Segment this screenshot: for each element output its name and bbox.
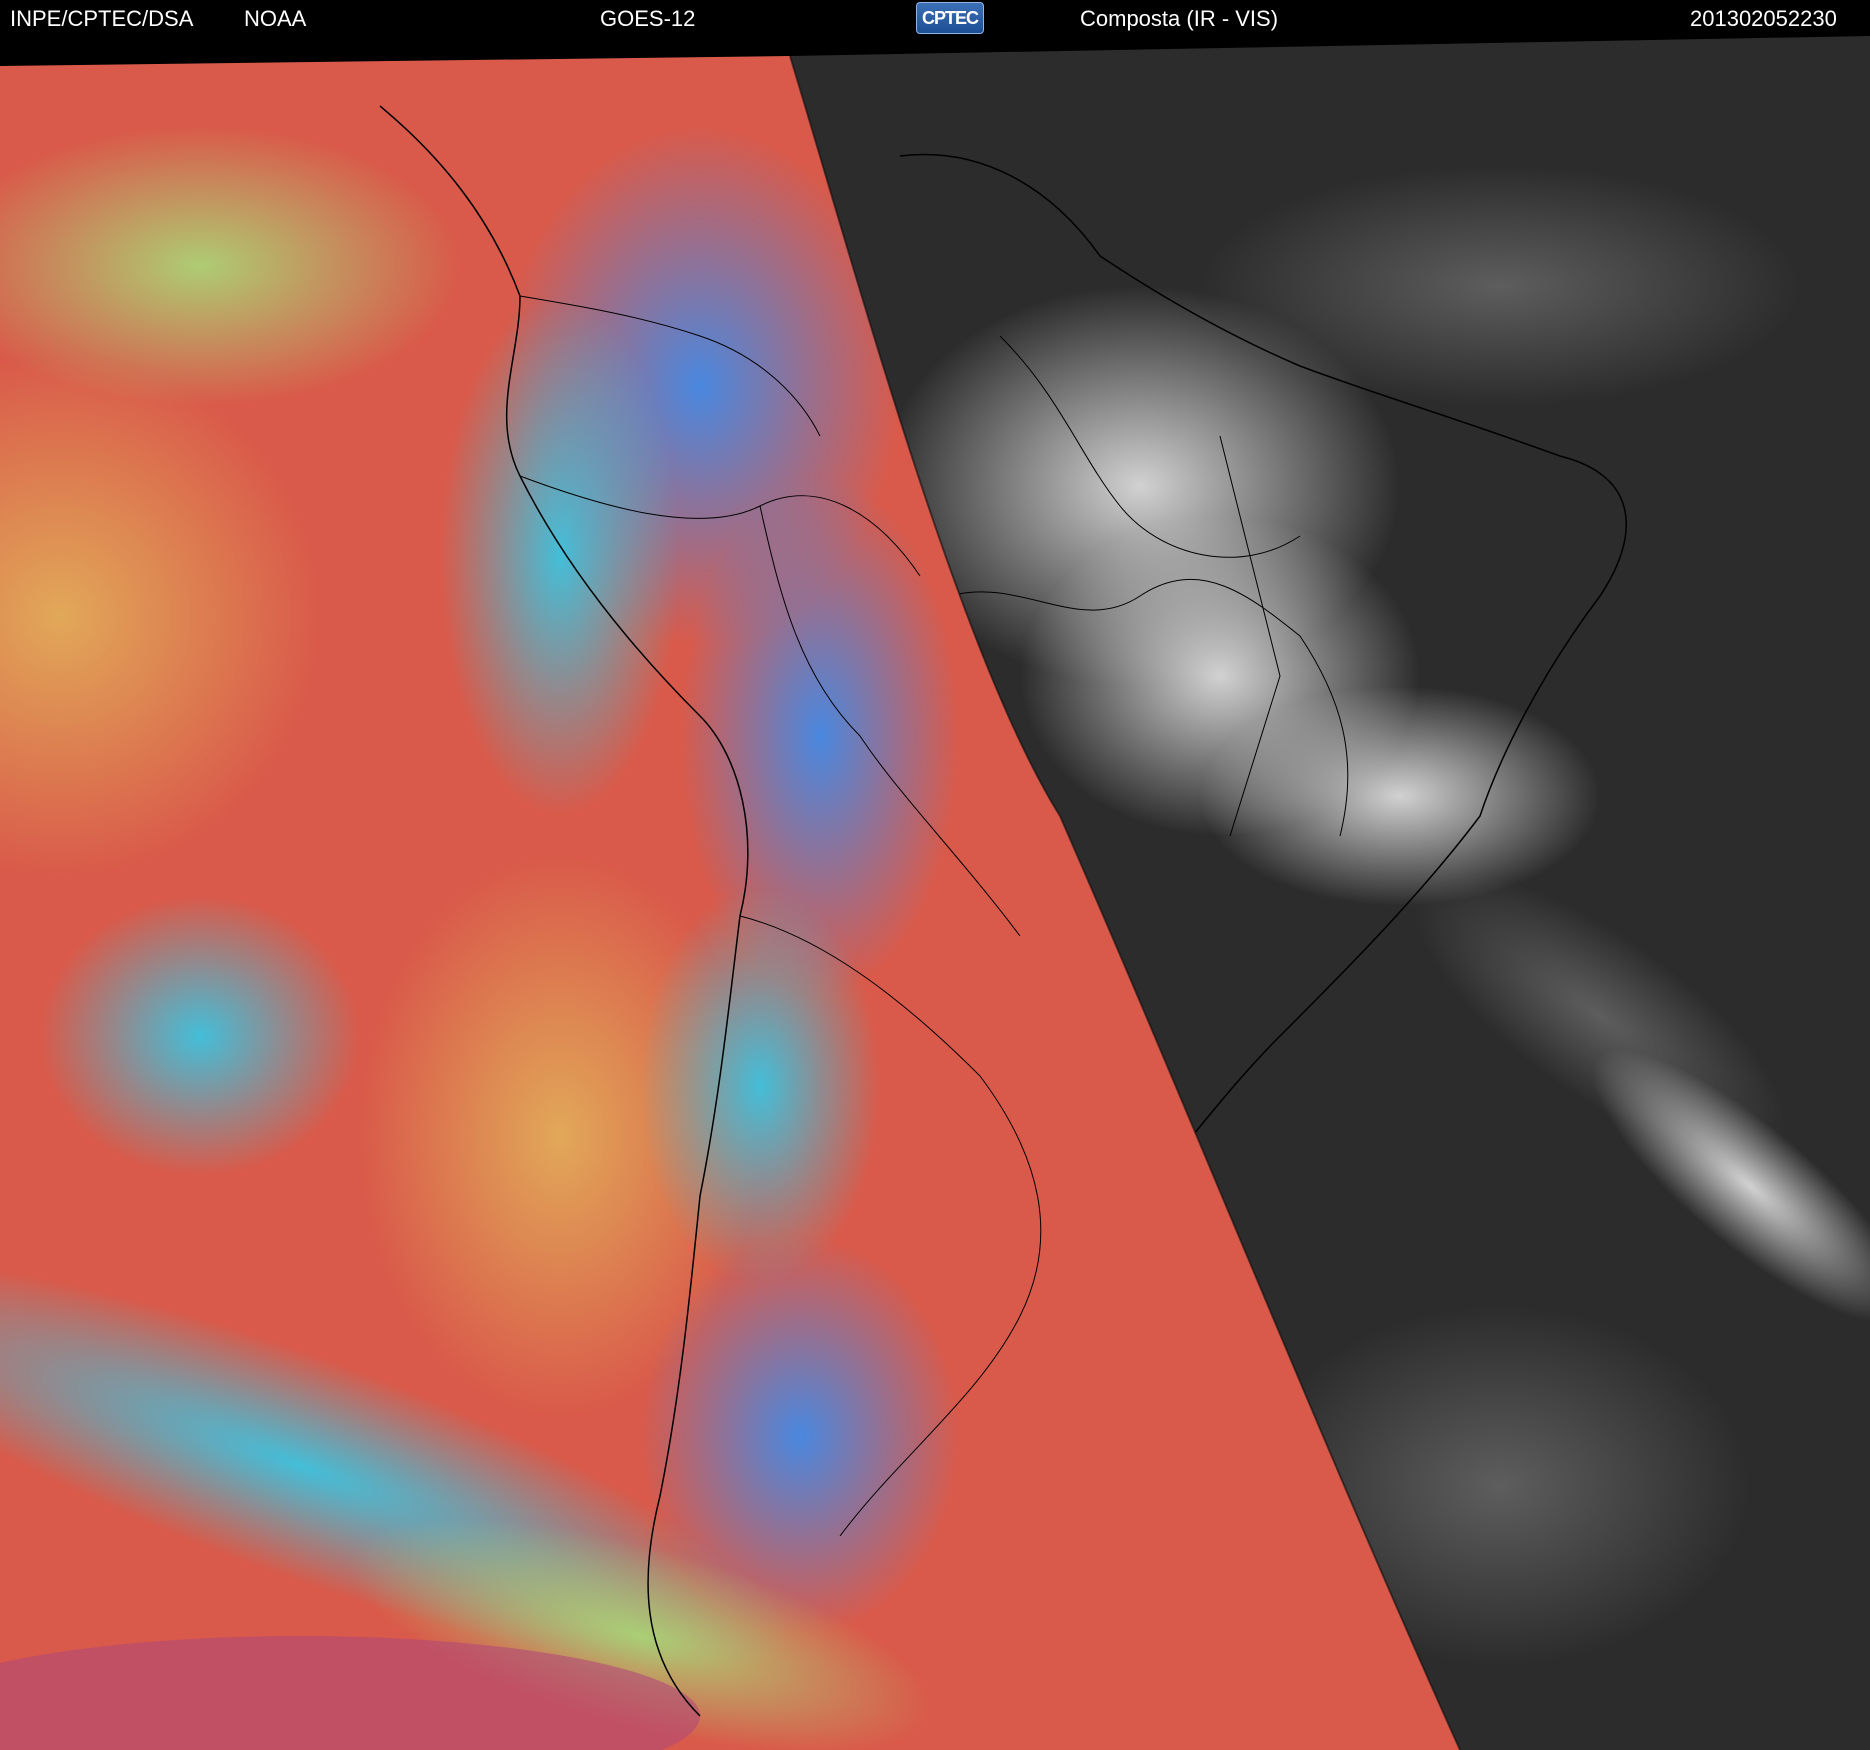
satellite-composite-imagery [0,36,1870,1750]
source-label: NOAA [244,6,307,31]
logo-text: CPTEC [921,8,979,28]
satellite-label: GOES-12 [600,6,696,31]
product-label: Composta (IR - VIS) [1080,6,1279,31]
satellite-image-page: INPE/CPTEC/DSA NOAA GOES-12 CPTEC Compos… [0,0,1870,1750]
timestamp-label: 201302052230 [1690,6,1837,31]
image-header-bar: INPE/CPTEC/DSA NOAA GOES-12 CPTEC Compos… [0,0,1870,36]
agency-label: INPE/CPTEC/DSA [10,6,194,31]
cptec-logo: CPTEC [916,2,984,34]
